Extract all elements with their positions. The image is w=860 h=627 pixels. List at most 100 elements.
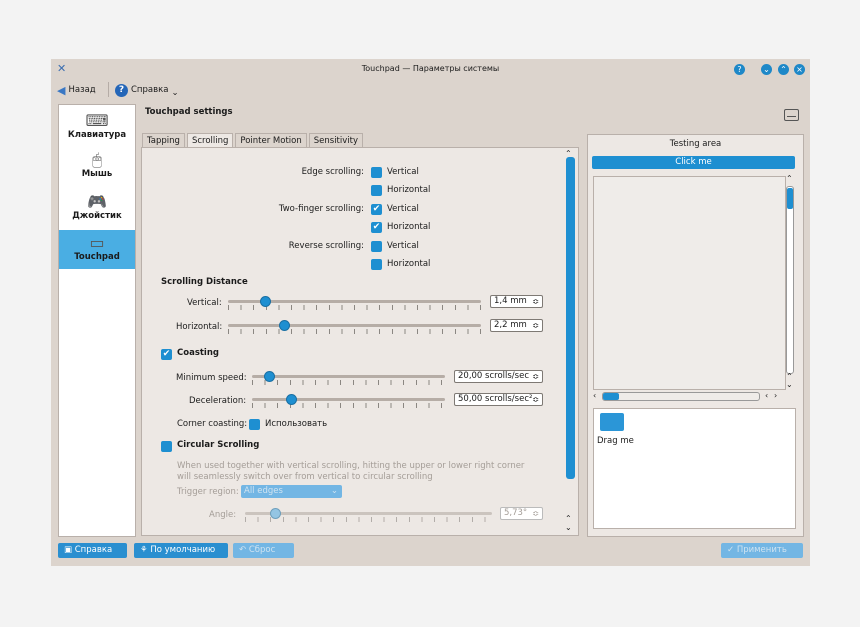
undo-icon: ↶ (239, 545, 247, 555)
defaults-button[interactable]: ⚘ По умолчанию (134, 543, 228, 558)
scroll-down-icon[interactable]: ⌄ (786, 380, 793, 389)
scroll-up-icon[interactable]: ⌃ (565, 514, 572, 523)
angle-slider[interactable] (245, 507, 492, 522)
circular-scrolling-label: Circular Scrolling (177, 440, 260, 450)
keyboard-icon: ⌨ (85, 111, 109, 130)
help-menu-label: Справка (131, 85, 169, 95)
deceleration-spinbox[interactable]: 50,00 scrolls/sec² ≎ (454, 393, 543, 406)
distance-vertical-slider[interactable] (228, 295, 481, 310)
spinbox-value: 20,00 scrolls/sec (458, 371, 529, 381)
edge-horizontal-checkbox[interactable] (371, 185, 382, 196)
deceleration-slider[interactable] (252, 393, 445, 408)
touchpad-toggle-icon[interactable] (784, 109, 799, 121)
reset-button[interactable]: ↶ Сброс (233, 543, 294, 558)
apply-button[interactable]: ✓ Применить (721, 543, 803, 558)
help-book-icon: ▣ (64, 545, 73, 555)
sidebar-item-label: Джойстик (72, 211, 122, 221)
distance-vertical-spinbox[interactable]: 1,4 mm ≎ (490, 295, 543, 308)
tab-pointer-motion[interactable]: Pointer Motion (235, 133, 307, 148)
trigger-region-label: Trigger region: (177, 487, 239, 497)
two-finger-vertical-checkbox[interactable]: ✔ (371, 204, 382, 215)
close-button[interactable]: × (794, 64, 805, 75)
spin-arrows-icon[interactable]: ≎ (532, 371, 539, 382)
scroll-left-icon[interactable]: ‹ (765, 391, 768, 400)
spin-arrows-icon[interactable]: ≎ (532, 508, 539, 519)
spin-arrows-icon[interactable]: ≎ (532, 320, 539, 331)
apply-button-label: Применить (736, 545, 787, 555)
tab-sensitivity[interactable]: Sensitivity (308, 133, 364, 148)
folder-icon[interactable] (600, 413, 624, 431)
test-scroll-list[interactable] (593, 176, 786, 390)
drag-area[interactable]: Drag me (593, 408, 796, 529)
two-finger-horizontal-label: Horizontal (387, 222, 431, 232)
scroll-right-icon[interactable]: › (774, 391, 777, 400)
distance-horizontal-slider[interactable] (228, 319, 481, 334)
help-menu-button[interactable]: ? Справка ⌄ (115, 82, 179, 98)
slider-handle[interactable] (279, 320, 290, 331)
scroll-down-icon[interactable]: ⌄ (565, 523, 572, 532)
tab-tapping[interactable]: Tapping (142, 133, 185, 148)
min-speed-slider[interactable] (252, 370, 445, 385)
sidebar-item-mouse[interactable]: 🖱 Мышь (59, 147, 135, 186)
spinbox-value: 1,4 mm (494, 296, 527, 306)
maximize-button[interactable]: ⌃ (778, 64, 789, 75)
back-button[interactable]: ◀ Назад (57, 82, 96, 98)
coasting-checkbox[interactable]: ✔ (161, 349, 172, 360)
test-list-vertical-scrollbar[interactable]: ⌃ ⌃ ⌄ (786, 174, 796, 389)
two-finger-label: Two-finger scrolling: (278, 204, 364, 214)
distance-horizontal-spinbox[interactable]: 2,2 mm ≎ (490, 319, 543, 332)
touchpad-icon: ▭ (89, 233, 105, 252)
angle-spinbox[interactable]: 5,73° ≎ (500, 507, 543, 520)
test-list-horizontal-scrollbar[interactable]: ‹ ‹ › (593, 391, 786, 402)
spinbox-value: 50,00 scrolls/sec² (458, 394, 533, 404)
joystick-icon: 🎮 (87, 192, 107, 211)
sidebar-item-label: Мышь (81, 169, 113, 179)
reverse-vertical-checkbox[interactable] (371, 241, 382, 252)
panel-vertical-scrollbar[interactable] (566, 157, 575, 537)
edge-vertical-checkbox[interactable] (371, 167, 382, 178)
sidebar-item-joystick[interactable]: 🎮 Джойстик (59, 189, 135, 228)
slider-handle[interactable] (264, 371, 275, 382)
title-bar: ✕ Touchpad — Параметры системы ? ⌄ ⌃ × (51, 59, 810, 79)
help-window-button[interactable]: ? (734, 64, 745, 75)
scrollbar-handle[interactable] (787, 188, 793, 209)
distance-vertical-label: Vertical: (187, 298, 222, 308)
testing-area-panel: Testing area Click me ⌃ ⌃ ⌄ ‹ ‹ › Drag m… (587, 134, 804, 537)
sidebar-item-label: Touchpad (74, 252, 120, 262)
testing-area-title: Testing area (669, 139, 722, 149)
scrollbar-handle[interactable] (566, 157, 575, 479)
scroll-left-icon[interactable]: ‹ (593, 391, 596, 400)
sidebar-item-touchpad[interactable]: ▭ Touchpad (59, 230, 135, 269)
tab-bar: Tapping Scrolling Pointer Motion Sensiti… (142, 133, 365, 149)
sidebar-item-keyboard[interactable]: ⌨ Клавиатура (59, 108, 135, 147)
minimize-button[interactable]: ⌄ (761, 64, 772, 75)
circular-scrolling-checkbox[interactable] (161, 441, 172, 452)
spinbox-value: 5,73° (504, 508, 528, 518)
corner-coasting-label: Corner coasting: (177, 419, 248, 429)
scroll-up-icon[interactable]: ⌃ (786, 174, 793, 183)
trigger-region-value: All edges (244, 486, 283, 496)
toolbar: ◀ Назад ? Справка ⌄ (51, 80, 810, 100)
scrolling-distance-header: Scrolling Distance (161, 277, 248, 287)
reset-button-label: Сброс (248, 545, 276, 555)
scrollbar-handle[interactable] (603, 393, 619, 400)
min-speed-spinbox[interactable]: 20,00 scrolls/sec ≎ (454, 370, 543, 383)
reverse-horizontal-checkbox[interactable] (371, 259, 382, 270)
edge-scrolling-label: Edge scrolling: (301, 167, 364, 177)
spin-arrows-icon[interactable]: ≎ (532, 296, 539, 307)
trigger-region-select[interactable]: All edges ⌄ (241, 485, 342, 498)
deceleration-label: Deceleration: (189, 396, 247, 406)
slider-handle[interactable] (260, 296, 271, 307)
two-finger-horizontal-checkbox[interactable]: ✔ (371, 222, 382, 233)
page-title: Touchpad settings (145, 107, 233, 117)
click-me-button[interactable]: Click me (592, 156, 795, 169)
corner-coasting-checkbox[interactable] (249, 419, 260, 430)
settings-window: ✕ Touchpad — Параметры системы ? ⌄ ⌃ × ◀… (51, 59, 810, 566)
spin-arrows-icon[interactable]: ≎ (532, 394, 539, 405)
min-speed-label: Minimum speed: (176, 373, 247, 383)
help-button[interactable]: ▣ Справка (58, 543, 127, 558)
slider-handle[interactable] (286, 394, 297, 405)
defaults-button-label: По умолчанию (150, 545, 216, 555)
mouse-icon: 🖱 (92, 150, 102, 169)
slider-handle[interactable] (270, 508, 281, 519)
